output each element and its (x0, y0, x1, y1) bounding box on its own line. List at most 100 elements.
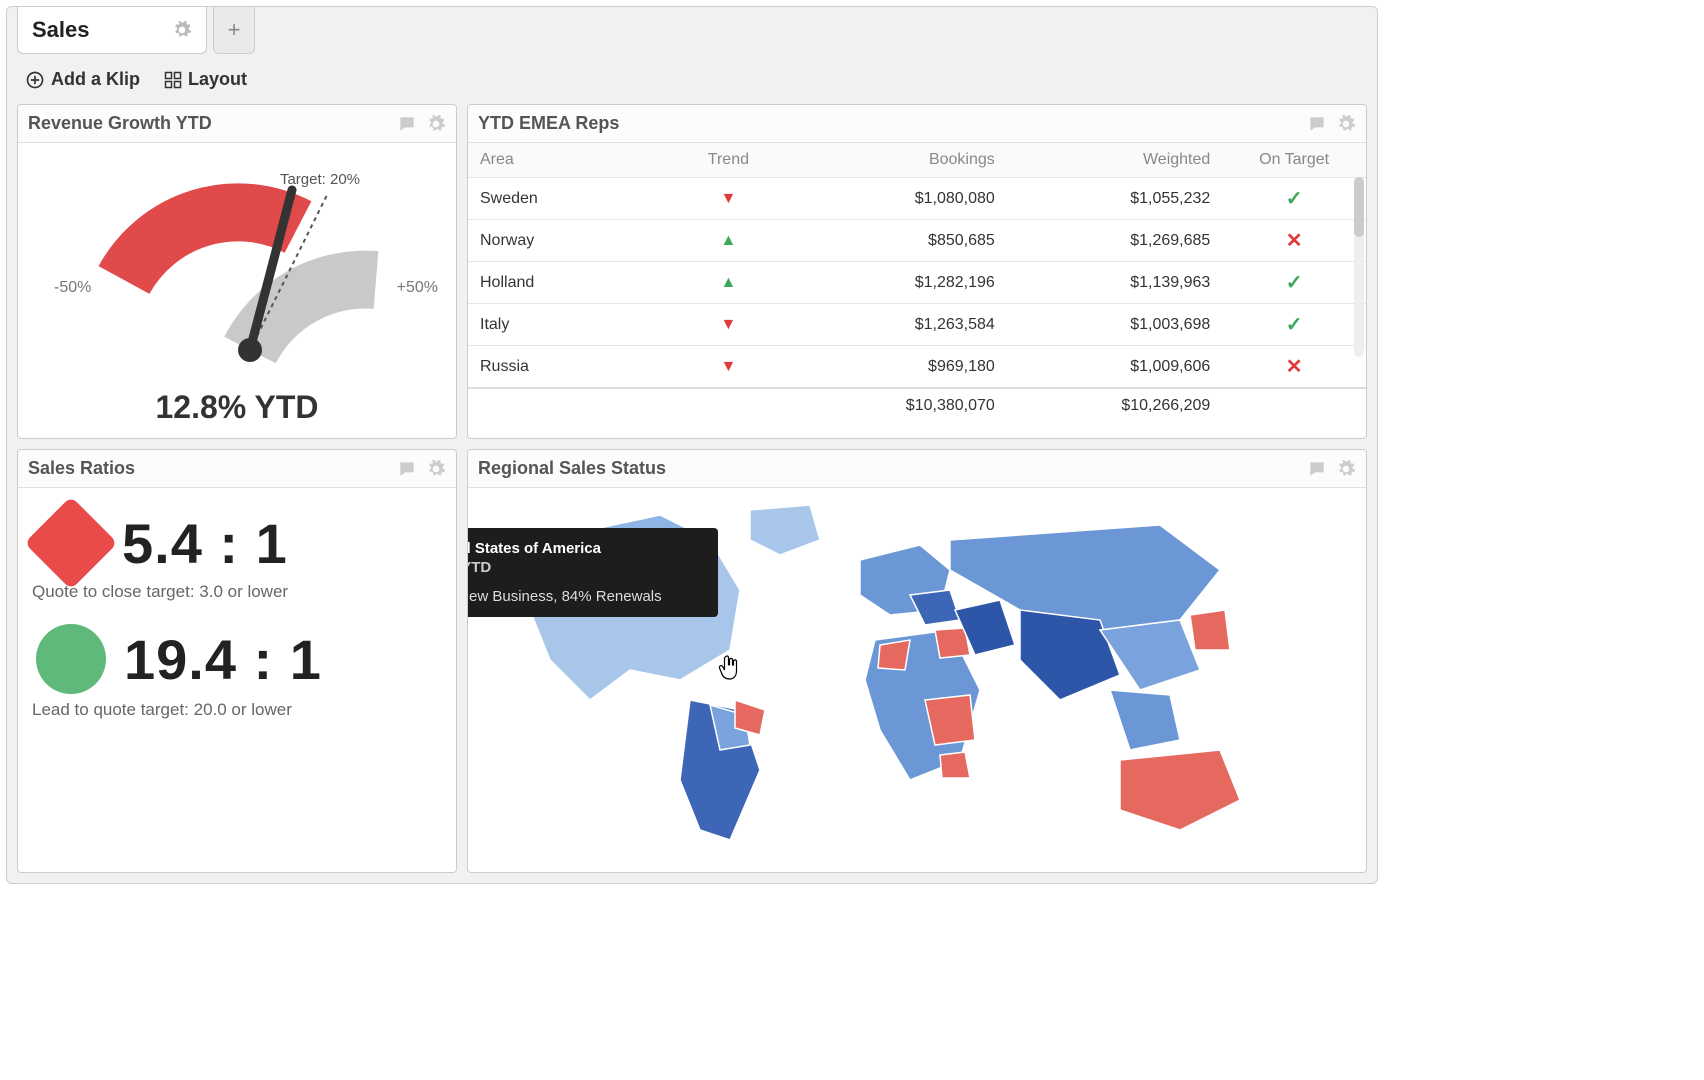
cursor-hand-icon (718, 654, 742, 682)
table-header-row: Area Trend Bookings Weighted On Target (468, 143, 1366, 178)
gauge-value: 12.8% YTD (30, 389, 444, 426)
trend-down-icon: ▼ (720, 316, 736, 333)
cell-trend: ▲ (666, 220, 792, 262)
gear-icon[interactable] (426, 459, 446, 479)
tooltip-detail: 16% New Business, 84% Renewals (467, 588, 702, 605)
cell-bookings: $1,263,584 (791, 304, 1007, 346)
quote-to-close-row: 5.4 : 1 (30, 510, 444, 576)
gauge-body: Target: 20% -50% +50% 12 (18, 143, 456, 438)
klip-actions (396, 114, 446, 134)
tooltip-country: United States of America (467, 540, 702, 557)
trend-up-icon: ▲ (720, 274, 736, 291)
cell-trend: ▼ (666, 346, 792, 389)
col-bookings[interactable]: Bookings (791, 143, 1007, 178)
table-row[interactable]: Russia▼$969,180$1,009,606✕ (468, 346, 1366, 389)
klip-header: YTD EMEA Reps (468, 105, 1366, 143)
gauge-low-label: -50% (54, 279, 91, 297)
col-area[interactable]: Area (468, 143, 666, 178)
reps-table: Area Trend Bookings Weighted On Target S… (468, 143, 1366, 423)
layout-label: Layout (188, 69, 247, 90)
col-weighted[interactable]: Weighted (1007, 143, 1223, 178)
dashboard-grid: Revenue Growth YTD Target: 20% -50% +50% (17, 104, 1367, 873)
table-total-row: $10,380,070 $10,266,209 (468, 388, 1366, 423)
klip-revenue-growth: Revenue Growth YTD Target: 20% -50% +50% (17, 104, 457, 439)
total-bookings: $10,380,070 (791, 388, 1007, 423)
cell-trend: ▼ (666, 304, 792, 346)
gauge-svg (30, 155, 440, 375)
comment-icon[interactable] (396, 459, 418, 479)
klip-actions (1306, 459, 1356, 479)
klip-title: YTD EMEA Reps (478, 113, 619, 134)
klip-title: Regional Sales Status (478, 458, 666, 479)
cross-icon: ✕ (1286, 230, 1303, 252)
comment-icon[interactable] (396, 114, 418, 134)
check-icon: ✓ (1286, 272, 1303, 294)
klip-header: Regional Sales Status (468, 450, 1366, 488)
cell-bookings: $1,080,080 (791, 178, 1007, 220)
cell-area: Norway (468, 220, 666, 262)
quote-to-close-caption: Quote to close target: 3.0 or lower (32, 582, 444, 602)
cell-bookings: $969,180 (791, 346, 1007, 389)
klip-header: Revenue Growth YTD (18, 105, 456, 143)
lead-to-quote-caption: Lead to quote target: 20.0 or lower (32, 700, 444, 720)
table-row[interactable]: Holland▲$1,282,196$1,139,963✓ (468, 262, 1366, 304)
check-icon: ✓ (1286, 314, 1303, 336)
gear-icon[interactable] (1336, 459, 1356, 479)
plus-circle-icon (25, 70, 45, 90)
check-icon: ✓ (1286, 188, 1303, 210)
comment-icon[interactable] (1306, 114, 1328, 134)
klip-actions (1306, 114, 1356, 134)
cell-on-target: ✓ (1222, 178, 1366, 220)
total-weighted: $10,266,209 (1007, 388, 1223, 423)
cell-bookings: $850,685 (791, 220, 1007, 262)
klip-actions (396, 459, 446, 479)
cell-weighted: $1,055,232 (1007, 178, 1223, 220)
cell-area: Italy (468, 304, 666, 346)
add-klip-button[interactable]: Add a Klip (25, 69, 140, 90)
col-on-target[interactable]: On Target (1222, 143, 1366, 178)
cell-on-target: ✕ (1222, 346, 1366, 389)
circle-icon (36, 624, 106, 694)
cell-bookings: $1,282,196 (791, 262, 1007, 304)
cell-weighted: $1,009,606 (1007, 346, 1223, 389)
reps-body: Area Trend Bookings Weighted On Target S… (468, 143, 1366, 438)
klip-title: Sales Ratios (28, 458, 135, 479)
tab-sales[interactable]: Sales (17, 6, 207, 54)
tab-bar: Sales + (17, 6, 1367, 54)
klip-regional-status: Regional Sales Status (467, 449, 1367, 873)
plus-icon: + (228, 17, 241, 43)
toolbar: Add a Klip Layout (17, 63, 1367, 104)
tab-label: Sales (32, 17, 90, 43)
trend-down-icon: ▼ (720, 190, 736, 207)
diamond-icon (24, 496, 117, 589)
comment-icon[interactable] (1306, 459, 1328, 479)
tab-add-button[interactable]: + (213, 6, 255, 54)
cell-trend: ▲ (666, 262, 792, 304)
gauge-chart: Target: 20% -50% +50% (30, 155, 444, 385)
col-trend[interactable]: Trend (666, 143, 792, 178)
cell-weighted: $1,003,698 (1007, 304, 1223, 346)
dashboard: Sales + Add a Klip Layout Revenu (6, 6, 1378, 884)
cell-area: Holland (468, 262, 666, 304)
tooltip-value: $7 M YTD (467, 559, 702, 576)
scrollbar[interactable] (1354, 177, 1364, 357)
map-tooltip: United States of America $7 M YTD 16% Ne… (467, 528, 718, 617)
map-body[interactable]: United States of America $7 M YTD 16% Ne… (468, 488, 1366, 872)
ratios-body: 5.4 : 1 Quote to close target: 3.0 or lo… (18, 488, 456, 872)
gear-icon[interactable] (426, 114, 446, 134)
lead-to-quote-row: 19.4 : 1 (30, 624, 444, 694)
trend-up-icon: ▲ (720, 232, 736, 249)
klip-title: Revenue Growth YTD (28, 113, 212, 134)
table-row[interactable]: Sweden▼$1,080,080$1,055,232✓ (468, 178, 1366, 220)
cell-area: Russia (468, 346, 666, 389)
table-row[interactable]: Norway▲$850,685$1,269,685✕ (468, 220, 1366, 262)
klip-sales-ratios: Sales Ratios 5.4 : 1 Quote to close targ… (17, 449, 457, 873)
layout-icon (164, 71, 182, 89)
layout-button[interactable]: Layout (164, 69, 247, 90)
lead-to-quote-value: 19.4 : 1 (124, 627, 322, 692)
table-row[interactable]: Italy ▼ $1,263,584$1,003,698 ✓ (468, 304, 1366, 346)
cell-on-target: ✓ (1222, 262, 1366, 304)
gear-icon[interactable] (1336, 114, 1356, 134)
gauge-high-label: +50% (397, 279, 438, 297)
gear-icon[interactable] (172, 20, 192, 40)
